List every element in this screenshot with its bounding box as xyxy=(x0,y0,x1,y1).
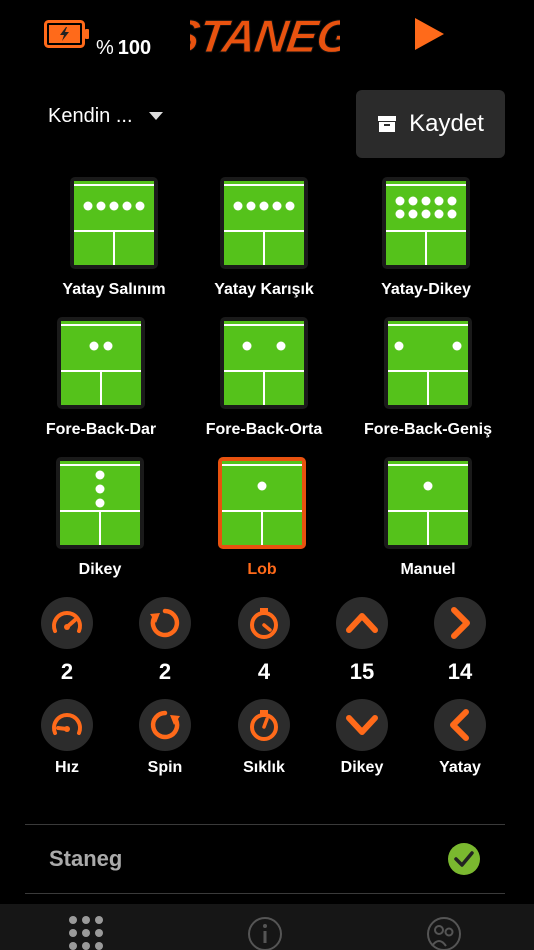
mode-fore-back-dar[interactable]: Fore-Back-Dar xyxy=(21,317,181,439)
mode-label: Fore-Back-Dar xyxy=(45,421,157,438)
check-circle-icon xyxy=(448,843,480,875)
mode-yatay-dikey[interactable]: Yatay-Dikey xyxy=(346,177,506,299)
spin-increase-button[interactable] xyxy=(139,597,191,649)
dikey-increase-button[interactable] xyxy=(336,597,388,649)
mode-dikey[interactable]: Dikey xyxy=(20,457,180,579)
chevron-right-icon xyxy=(451,607,470,639)
control-spin: 2 Spin xyxy=(130,597,200,777)
info-icon[interactable] xyxy=(245,912,285,950)
mode-lob[interactable]: Lob xyxy=(182,457,342,579)
court-thumbnail xyxy=(56,457,144,549)
control-dikey: 15 Dikey xyxy=(327,597,397,777)
court-icon xyxy=(388,321,468,405)
app-header: % 100 STANEG xyxy=(0,0,534,80)
control-yatay: 14 Yatay xyxy=(425,597,495,777)
profile-dropdown[interactable]: Kendin ... xyxy=(48,102,178,130)
battery-value: 100 xyxy=(117,37,152,59)
control-siklik: 4 Sıklık xyxy=(229,597,299,777)
dikey-decrease-button[interactable] xyxy=(336,699,388,751)
hiz-value: 2 xyxy=(60,659,74,684)
mode-fore-back-genis[interactable]: Fore-Back-Geniş xyxy=(348,317,508,439)
play-icon[interactable] xyxy=(412,16,446,52)
caret-down-icon xyxy=(148,112,163,120)
court-thumbnail xyxy=(218,457,306,549)
mode-yatay-salinim[interactable]: Yatay Salınım xyxy=(34,177,194,299)
yatay-decrease-button[interactable] xyxy=(434,699,486,751)
mode-label: Manuel xyxy=(400,561,456,578)
court-icon xyxy=(60,461,140,545)
mode-manuel[interactable]: Manuel xyxy=(348,457,508,579)
yatay-increase-button[interactable] xyxy=(434,597,486,649)
court-thumbnail xyxy=(384,457,472,549)
mode-fore-back-orta[interactable]: Fore-Back-Orta xyxy=(184,317,344,439)
svg-text:STANEG: STANEG xyxy=(190,10,340,62)
siklik-value: 4 xyxy=(257,659,271,684)
mode-label: Yatay-Dikey xyxy=(381,281,471,298)
court-icon xyxy=(386,181,466,265)
profile-dropdown-value: Kendin ... xyxy=(48,104,133,127)
stopwatch-down-icon xyxy=(250,710,278,741)
speedometer-down-icon xyxy=(52,713,82,735)
device-name: Staneg xyxy=(49,846,123,871)
court-thumbnail xyxy=(220,317,308,409)
people-icon[interactable] xyxy=(424,912,464,950)
save-button[interactable]: Kaydet xyxy=(356,90,505,158)
spin-value: 2 xyxy=(158,659,172,684)
yatay-label: Yatay xyxy=(439,759,481,776)
court-icon xyxy=(74,181,154,265)
court-thumbnail xyxy=(382,177,470,269)
spin-label: Spin xyxy=(147,759,183,776)
mode-label: Lob xyxy=(247,561,277,578)
court-thumbnail xyxy=(57,317,145,409)
rotate-ccw-icon xyxy=(150,710,180,740)
chevron-left-icon xyxy=(450,709,469,741)
court-icon xyxy=(222,461,302,545)
device-row[interactable]: Staneg xyxy=(25,826,505,892)
dikey-label: Dikey xyxy=(340,759,384,776)
hiz-label: Hız xyxy=(55,759,79,776)
mode-label: Yatay Karışık xyxy=(214,281,314,298)
spin-decrease-button[interactable] xyxy=(139,699,191,751)
grid-icon[interactable] xyxy=(66,912,106,950)
mode-label: Dikey xyxy=(78,561,122,578)
divider xyxy=(25,824,505,825)
hiz-decrease-button[interactable] xyxy=(41,699,93,751)
chevron-down-icon xyxy=(346,715,378,735)
battery-percentage: % 100 xyxy=(96,37,151,60)
save-button-label: Kaydet xyxy=(409,110,484,137)
battery-charging-icon xyxy=(44,20,89,48)
court-icon xyxy=(224,181,304,265)
divider xyxy=(25,893,505,894)
court-thumbnail xyxy=(220,177,308,269)
siklik-label: Sıklık xyxy=(243,759,285,776)
mode-label: Fore-Back-Geniş xyxy=(363,421,493,438)
siklik-increase-button[interactable] xyxy=(238,597,290,649)
siklik-decrease-button[interactable] xyxy=(238,699,290,751)
mode-label: Fore-Back-Orta xyxy=(205,421,323,438)
chevron-up-icon xyxy=(346,613,378,633)
court-icon xyxy=(224,321,304,405)
mode-yatay-karisik[interactable]: Yatay Karışık xyxy=(184,177,344,299)
court-icon xyxy=(61,321,141,405)
speedometer-up-icon xyxy=(52,611,82,633)
court-icon xyxy=(388,461,468,545)
yatay-value: 14 xyxy=(447,659,473,684)
stopwatch-up-icon xyxy=(250,608,278,639)
dikey-value: 15 xyxy=(349,659,375,684)
mode-label: Yatay Salınım xyxy=(62,281,166,298)
control-hiz: 2 Hız xyxy=(32,597,102,777)
court-thumbnail xyxy=(70,177,158,269)
percent-sign: % xyxy=(96,37,114,59)
court-thumbnail xyxy=(384,317,472,409)
rotate-cw-icon xyxy=(150,608,180,638)
hiz-increase-button[interactable] xyxy=(41,597,93,649)
tab-bar xyxy=(0,904,534,950)
staneg-logo: STANEG xyxy=(190,10,340,63)
archive-icon xyxy=(378,116,397,132)
